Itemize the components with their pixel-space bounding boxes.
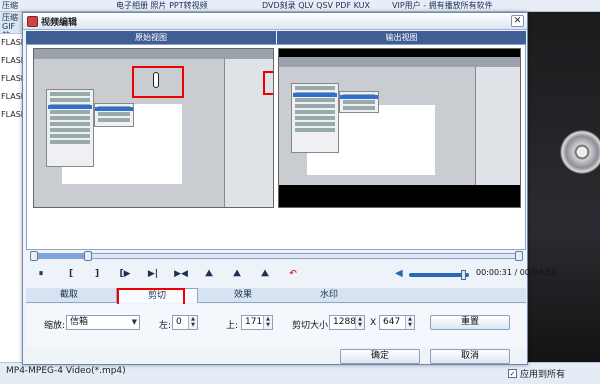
- go-to-in-icon[interactable]: [▶: [117, 267, 133, 281]
- width-stepper[interactable]: 1288 ▲ ▼: [329, 315, 365, 330]
- tab-crop[interactable]: 剪切: [116, 288, 198, 303]
- bg-menu-compress[interactable]: 压缩: [2, 0, 18, 11]
- timeline-slider[interactable]: [30, 251, 523, 261]
- ok-button[interactable]: 确定: [340, 349, 420, 364]
- chevron-down-icon: ▼: [131, 318, 137, 326]
- tab-capture[interactable]: 截取: [28, 288, 110, 303]
- video-edit-dialog: 视频编辑 ✕ 原始视图 输出视图 ⏸ [] [▶ ▶| ▶◀ ⛰ ⛰ ⛰ ↶ …: [22, 12, 556, 365]
- undo-icon[interactable]: ↶: [285, 267, 301, 281]
- checkbox-icon: ✓: [508, 369, 517, 378]
- dialog-footer: 确定 取消: [26, 349, 526, 364]
- volume-slider[interactable]: [409, 273, 469, 277]
- tab-effects[interactable]: 效果: [202, 288, 284, 303]
- close-button[interactable]: ✕: [511, 15, 524, 27]
- edit-tabs: 截取 剪切 效果 水印: [26, 288, 526, 303]
- volume-handle[interactable]: [461, 270, 466, 280]
- crop-settings-panel: 缩放: 信箱 ▼ 左: 0 ▲ ▼ 上: 171 ▲ ▼ 剪切大小: 1288 ▲ ▼…: [26, 304, 526, 347]
- mark-out-icon[interactable]: ]: [89, 267, 105, 281]
- size-separator: X: [370, 318, 377, 328]
- frame-tool-3-icon[interactable]: ⛰: [257, 267, 273, 281]
- left-stepper[interactable]: 0 ▲ ▼: [172, 315, 198, 330]
- playhead-handle[interactable]: [84, 251, 93, 261]
- spinner-arrows-icon[interactable]: ▲ ▼: [263, 316, 272, 329]
- bg-menu-dvd[interactable]: DVD刻录 QLV QSV PDF KUX: [262, 0, 370, 11]
- bg-menu-album[interactable]: 电子相册 照片 PPT转视频: [116, 0, 208, 11]
- frame-tool-icon[interactable]: ⛰: [201, 267, 217, 281]
- spinner-arrows-icon[interactable]: ▲ ▼: [188, 316, 197, 329]
- output-frame: [279, 57, 520, 185]
- top-label: 上:: [226, 321, 239, 331]
- volume-icon[interactable]: ◀: [395, 268, 403, 279]
- height-stepper[interactable]: 647 ▲ ▼: [379, 315, 415, 330]
- background-side-panel: [528, 12, 600, 372]
- timeline-progress: [32, 254, 89, 258]
- top-value: 171: [245, 317, 263, 327]
- zoom-label: 缩放:: [44, 321, 66, 331]
- pause-icon[interactable]: ⏸: [33, 267, 49, 281]
- apply-all-label: 应用到所有: [520, 370, 566, 380]
- go-to-out-icon[interactable]: ▶|: [145, 267, 161, 281]
- resize-cursor-icon: [153, 72, 159, 88]
- zoom-select-value: 信箱: [70, 317, 89, 327]
- split-icon[interactable]: ▶◀: [173, 267, 189, 281]
- spinner-arrows-icon[interactable]: ▲ ▼: [405, 316, 414, 329]
- edge-highlight-box: [263, 71, 273, 95]
- original-video-preview[interactable]: [33, 48, 274, 208]
- film-reel-icon: [560, 130, 600, 174]
- dialog-titlebar[interactable]: 视频编辑 ✕: [23, 13, 527, 30]
- zoom-select[interactable]: 信箱 ▼: [66, 315, 140, 330]
- mark-in-icon[interactable]: [: [63, 267, 79, 281]
- playback-controls: ⏸ [ ] [▶ ▶| ▶◀ ⛰ ⛰ ⛰ ↶ ◀ 00:00:31 / 00:0…: [31, 265, 556, 285]
- cancel-button[interactable]: 取消: [430, 349, 510, 364]
- original-view-header: 原始视图: [26, 31, 276, 44]
- app-icon: [27, 16, 38, 27]
- background-toolbar: 压缩 电子相册 照片 PPT转视频 DVD刻录 QLV QSV PDF KUX …: [0, 0, 600, 12]
- apply-all-checkbox[interactable]: ✓ 应用到所有: [508, 367, 565, 380]
- trim-start-handle[interactable]: [30, 251, 38, 261]
- output-view-header: 输出视图: [277, 31, 526, 44]
- tab-watermark[interactable]: 水印: [288, 288, 370, 303]
- trim-end-handle[interactable]: [515, 251, 523, 261]
- top-stepper[interactable]: 171 ▲ ▼: [241, 315, 273, 330]
- frame-tool-2-icon[interactable]: ⛰: [229, 267, 245, 281]
- width-value: 1288: [333, 317, 356, 327]
- left-value: 0: [176, 317, 182, 327]
- height-value: 647: [383, 317, 401, 327]
- spinner-arrows-icon[interactable]: ▲ ▼: [355, 316, 364, 329]
- bg-menu-vip[interactable]: VIP用户 - 拥有播放所有软件: [392, 0, 493, 11]
- reset-button[interactable]: 重置: [430, 315, 510, 330]
- output-video-preview[interactable]: [278, 48, 521, 208]
- crop-size-label: 剪切大小:: [292, 321, 332, 331]
- background-status-bar: MP4-MPEG-4 Video(*.mp4) ✓ 应用到所有: [0, 362, 600, 384]
- output-format-label[interactable]: MP4-MPEG-4 Video(*.mp4): [6, 366, 126, 376]
- time-display: 00:00:31 / 00:04:53: [476, 268, 556, 277]
- dialog-title: 视频编辑: [41, 18, 78, 28]
- left-label: 左:: [159, 321, 172, 331]
